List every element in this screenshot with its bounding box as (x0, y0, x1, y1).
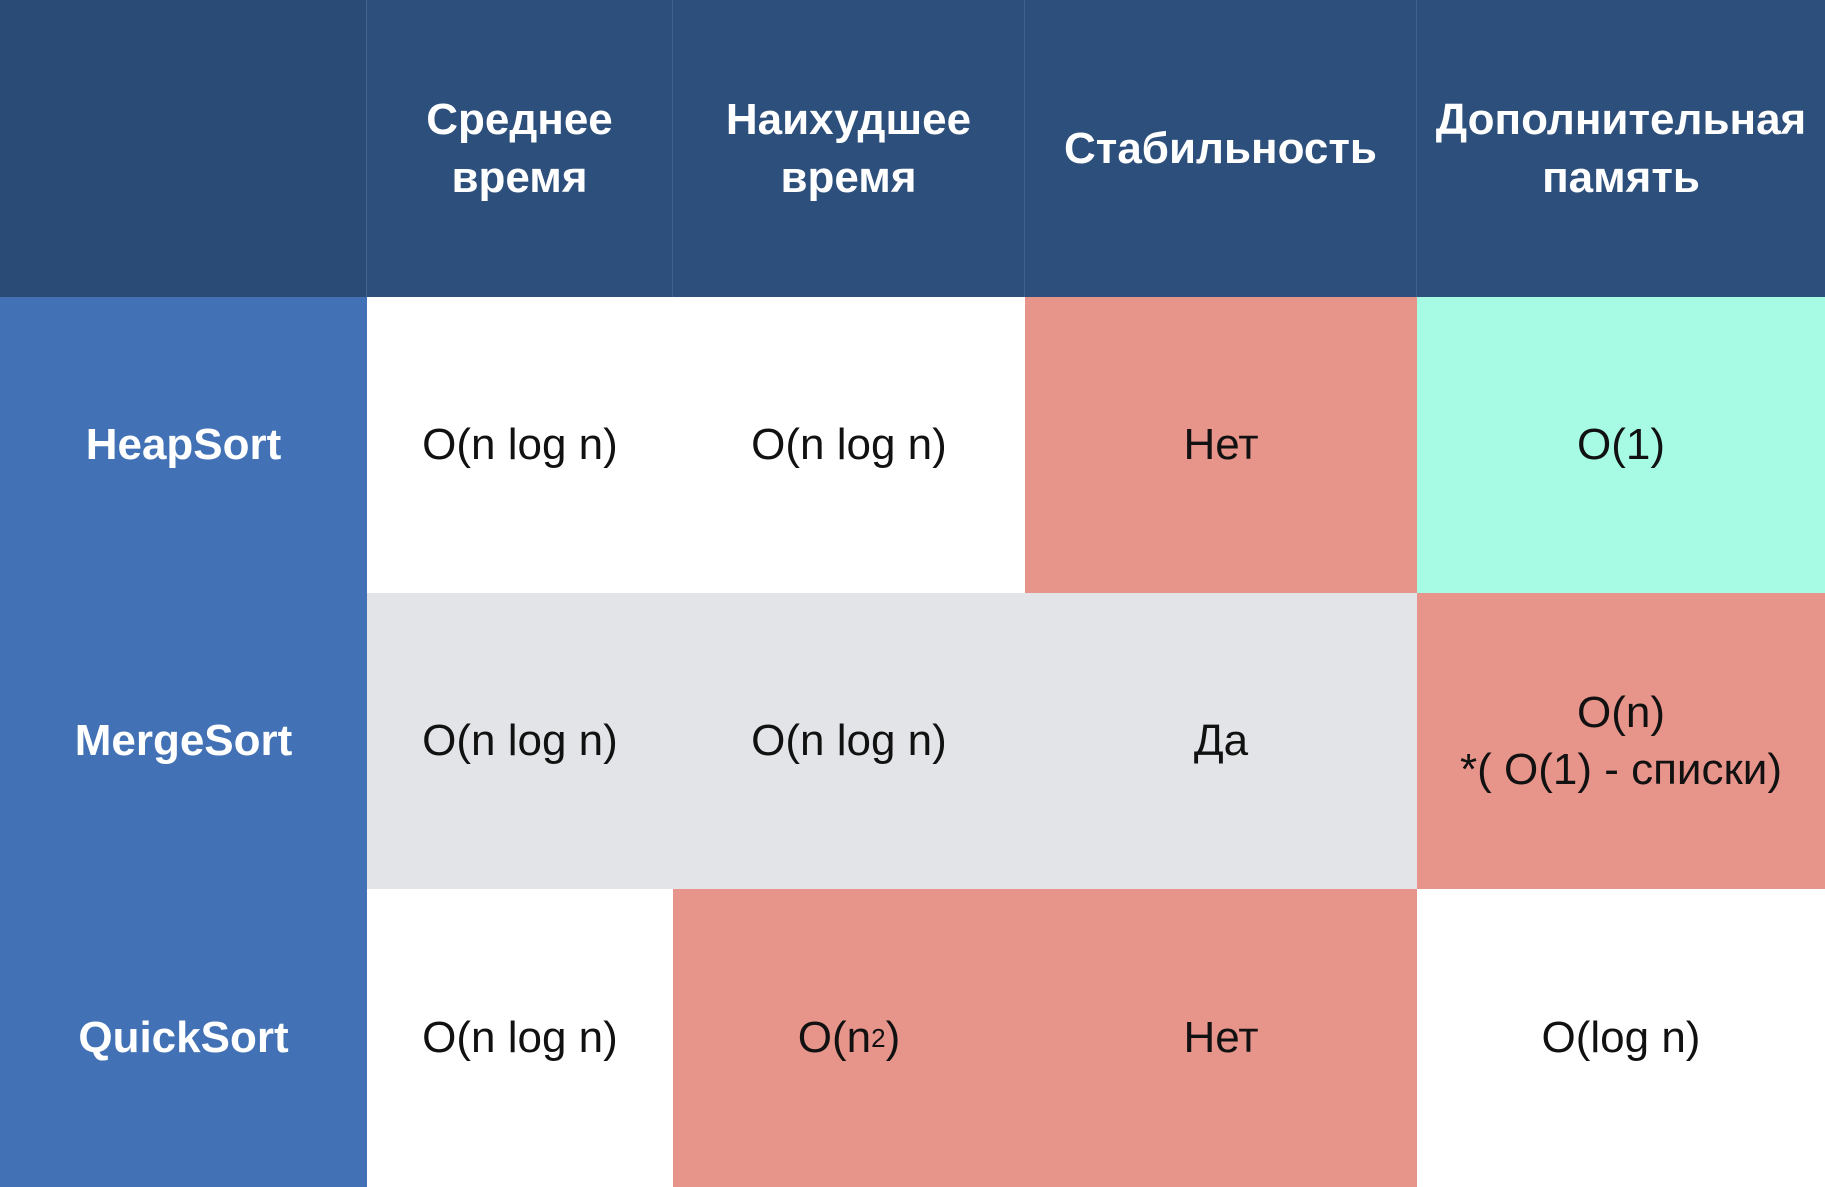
heapsort-average-time: O(n log n) (367, 297, 673, 593)
header-average-time-line2: время (451, 152, 588, 202)
quicksort-worst-time: O(n 2) (673, 889, 1025, 1187)
sorting-comparison-table: Среднее время Наихудшее время Стабильнос… (0, 0, 1825, 1187)
quicksort-stability: Нет (1025, 889, 1417, 1187)
heapsort-worst-time: O(n log n) (673, 297, 1025, 593)
header-extra-memory: Дополнительная память (1417, 0, 1825, 297)
quicksort-average-time: O(n log n) (367, 889, 673, 1187)
quicksort-extra-memory: O(log n) (1417, 889, 1825, 1187)
quicksort-worst-time-close: ) (885, 1013, 901, 1063)
mergesort-stability: Да (1025, 593, 1417, 889)
mergesort-extra-memory-line2: *( O(1) - списки) (1460, 745, 1782, 794)
header-worst-time-line2: время (780, 152, 917, 202)
header-average-time: Среднее время (367, 0, 673, 297)
header-worst-time-line1: Наихудшее (725, 95, 972, 145)
quicksort-worst-time-base: O(n (797, 1013, 872, 1063)
header-stability: Стабильность (1025, 0, 1417, 297)
header-average-time-line1: Среднее (426, 95, 613, 145)
header-corner (0, 0, 367, 297)
header-extra-memory-line2: память (1542, 152, 1700, 202)
header-extra-memory-line1: Дополнительная (1435, 95, 1807, 145)
row-header-quicksort: QuickSort (0, 889, 367, 1187)
mergesort-average-time: O(n log n) (367, 593, 673, 889)
row-header-heapsort: HeapSort (0, 297, 367, 593)
row-header-mergesort: MergeSort (0, 593, 367, 889)
mergesort-extra-memory: O(n) *( O(1) - списки) (1417, 593, 1825, 889)
mergesort-extra-memory-line1: O(n) (1577, 687, 1665, 737)
mergesort-worst-time: O(n log n) (673, 593, 1025, 889)
heapsort-stability: Нет (1025, 297, 1417, 593)
heapsort-extra-memory: O(1) (1417, 297, 1825, 593)
header-worst-time: Наихудшее время (673, 0, 1025, 297)
